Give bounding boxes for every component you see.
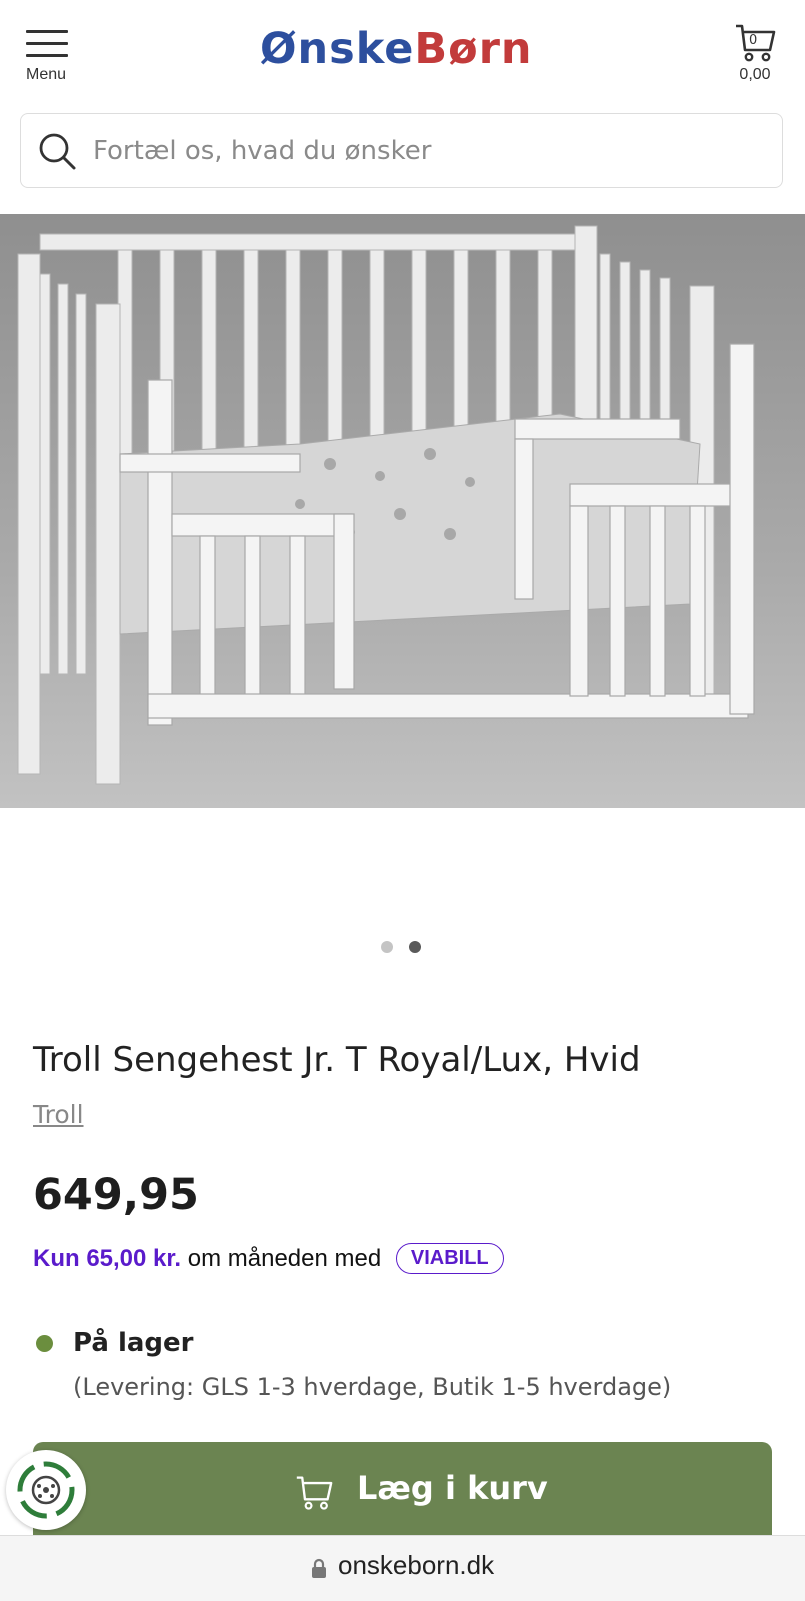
stock-status-dot [36,1335,53,1352]
product-title: Troll Sengehest Jr. T Royal/Lux, Hvid [33,1040,641,1080]
financing-amount: Kun 65,00 kr. [33,1245,182,1272]
brand-link[interactable]: Troll [33,1100,84,1129]
toddler-bed-rail-image [17,225,755,785]
site-header: Menu ØnskeBørn 0 0,00 [0,0,805,105]
search-icon [39,133,76,170]
cart-icon [296,1476,333,1510]
trust-badge-icon [17,1461,75,1519]
trust-badge[interactable] [6,1450,86,1530]
gallery-dot-2-active[interactable] [409,941,421,953]
stock-status: På lager [73,1328,194,1358]
hamburger-icon-bar [26,54,68,57]
viabill-logo: VIABILL [395,1243,504,1274]
cart-total: 0,00 [739,66,771,83]
delivery-info: (Levering: GLS 1-3 hverdage, Butik 1-5 h… [73,1373,672,1401]
search-bar[interactable] [20,113,783,188]
cart-button[interactable]: 0 0,00 [730,22,780,92]
cart-count: 0 [749,33,758,48]
financing-info[interactable]: Kun 65,00 kr. om måneden med VIABILL [33,1243,504,1274]
gallery-dot-1[interactable] [381,941,393,953]
menu-button[interactable]: Menu [26,30,70,88]
hamburger-icon-bar [26,42,68,45]
url-text: onskeborn.dk [338,1550,495,1580]
add-to-cart-button[interactable]: Læg i kurv [33,1442,772,1542]
lock-icon [312,1558,326,1578]
financing-text: om måneden med [187,1245,382,1272]
product-price: 649,95 [33,1170,199,1220]
gallery-pagination [381,938,437,957]
add-to-cart-label: Læg i kurv [357,1469,548,1507]
hamburger-icon [26,30,68,33]
url-display: onskeborn.dk [310,1550,494,1581]
browser-url-bar[interactable]: onskeborn.dk [0,1535,805,1601]
search-input[interactable] [91,130,755,172]
logo-part-1: Ønske [260,24,415,74]
site-logo[interactable]: ØnskeBørn [260,24,533,74]
logo-part-2: Børn [414,24,533,74]
menu-label: Menu [26,66,67,83]
product-image[interactable] [0,214,805,808]
